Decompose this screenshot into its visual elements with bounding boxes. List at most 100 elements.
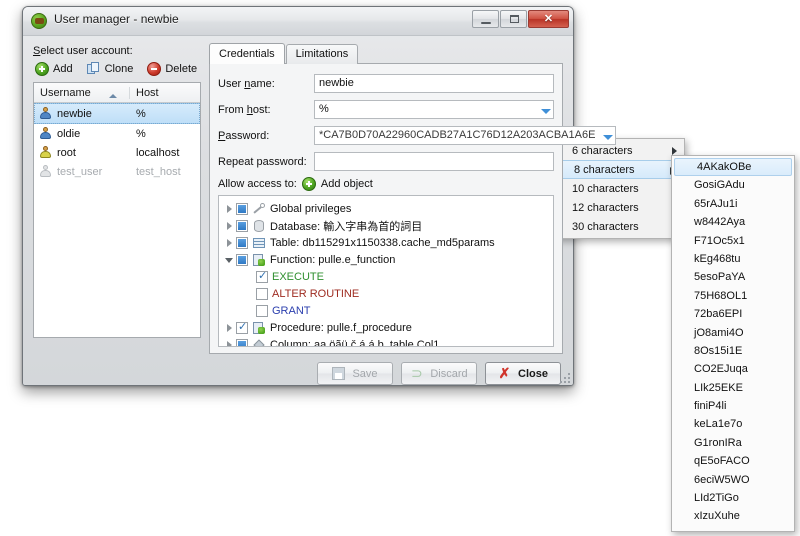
checkbox-partial[interactable] bbox=[236, 219, 248, 232]
password-option[interactable]: finiP4li bbox=[672, 397, 794, 415]
menu-item-label: 12 characters bbox=[572, 201, 639, 214]
tree-node-table[interactable]: Table: db115291x1150338.cache_md5params bbox=[219, 234, 553, 251]
add-object-button[interactable]: Add object bbox=[321, 178, 373, 190]
expand-icon[interactable] bbox=[225, 234, 236, 251]
delete-user-button[interactable]: Delete bbox=[147, 62, 197, 76]
password-option[interactable]: 8Os15i1E bbox=[672, 342, 794, 360]
password-option[interactable]: LId2TiGo bbox=[672, 489, 794, 507]
tree-node-procedure[interactable]: Procedure: pulle.f_procedure bbox=[219, 319, 553, 336]
user-name-input[interactable]: newbie bbox=[314, 74, 554, 93]
password-option[interactable]: 6eciW5WO bbox=[672, 471, 794, 489]
password-option[interactable]: LIk25EKE bbox=[672, 379, 794, 397]
password-dropdown-button[interactable] bbox=[599, 126, 617, 145]
password-option[interactable]: 75H68OL1 bbox=[672, 287, 794, 305]
password-option[interactable]: kEg468tu bbox=[672, 250, 794, 268]
plus-circle-icon bbox=[35, 62, 49, 76]
password-option[interactable]: jO8ami4O bbox=[672, 324, 794, 342]
window-title: User manager - newbie bbox=[54, 12, 179, 26]
table-row[interactable]: test_user test_host bbox=[34, 162, 200, 181]
password-option[interactable]: xIzuXuhe bbox=[672, 507, 794, 525]
password-suggestion-menu[interactable]: 4AKakOBe GosiGAdu 65rAJu1i w8442Aya F71O… bbox=[671, 155, 795, 532]
password-option[interactable]: 65rAJu1i bbox=[672, 195, 794, 213]
resize-grip[interactable] bbox=[558, 371, 570, 383]
discard-button[interactable]: ⊃ Discard bbox=[401, 362, 477, 385]
password-option[interactable]: w8442Aya bbox=[672, 213, 794, 231]
discard-label: Discard bbox=[430, 367, 468, 380]
allow-access-label: Allow access to: bbox=[218, 178, 297, 190]
password-option[interactable]: 5esoPaYA bbox=[672, 268, 794, 286]
menu-item-label: 6 characters bbox=[572, 144, 633, 157]
clone-user-button[interactable]: Clone bbox=[86, 62, 133, 76]
checkbox-unchecked[interactable] bbox=[256, 287, 268, 300]
add-user-button[interactable]: Add bbox=[35, 62, 73, 76]
password-input[interactable]: *CA7B0D70A22960CADB27A1C76D12A203ACBA1A6… bbox=[314, 126, 600, 145]
tree-node-label: Procedure: pulle.f_procedure bbox=[270, 321, 412, 334]
table-row[interactable]: oldie % bbox=[34, 124, 200, 143]
maximize-button[interactable] bbox=[500, 10, 527, 28]
checkbox-checked[interactable] bbox=[236, 320, 248, 334]
password-label: Password: bbox=[218, 129, 270, 142]
repeat-password-row: Repeat password: bbox=[218, 150, 554, 173]
expand-icon[interactable] bbox=[225, 319, 236, 336]
user-list[interactable]: Username Host newbie % oldie % root loca… bbox=[33, 82, 201, 338]
tree-node-global-privileges[interactable]: Global privileges bbox=[219, 200, 553, 217]
privileges-tree[interactable]: Global privileges Database: 輸入字串為首的詞目 Ta… bbox=[218, 195, 554, 347]
close-window-button[interactable]: ✕ bbox=[528, 10, 569, 28]
expand-icon[interactable] bbox=[225, 336, 236, 346]
password-option[interactable]: keLa1e7o bbox=[672, 415, 794, 433]
checkbox-partial[interactable] bbox=[236, 253, 248, 266]
tab-credentials[interactable]: Credentials bbox=[209, 43, 285, 64]
username-value: root bbox=[57, 146, 76, 159]
collapse-icon[interactable] bbox=[225, 251, 236, 268]
user-icon bbox=[39, 107, 52, 120]
tree-node-function[interactable]: Function: pulle.e_function bbox=[219, 251, 553, 268]
checkbox-checked[interactable] bbox=[256, 269, 268, 283]
expand-icon[interactable] bbox=[225, 217, 236, 234]
menu-item-12-characters[interactable]: 12 characters bbox=[546, 198, 684, 217]
close-button[interactable]: ✗ Close bbox=[485, 362, 561, 385]
tree-node-database[interactable]: Database: 輸入字串為首的詞目 bbox=[219, 217, 553, 234]
user-name-label: User name: bbox=[218, 77, 275, 90]
user-manager-window: User manager - newbie ✕ Select user acco… bbox=[22, 6, 617, 386]
password-option[interactable]: F71Oc5x1 bbox=[672, 232, 794, 250]
from-host-combo[interactable]: % bbox=[314, 100, 554, 119]
minimize-button[interactable] bbox=[472, 10, 499, 28]
function-icon bbox=[252, 321, 266, 335]
expand-icon[interactable] bbox=[225, 200, 236, 217]
password-option[interactable]: qE5oFACO bbox=[672, 452, 794, 470]
select-user-label: Select user account: bbox=[33, 45, 133, 57]
checkbox-partial[interactable] bbox=[236, 338, 248, 346]
table-row[interactable]: newbie % bbox=[34, 103, 200, 124]
repeat-password-input[interactable] bbox=[314, 152, 554, 171]
column-header-host[interactable]: Host bbox=[130, 87, 200, 99]
privilege-alter-routine[interactable]: ALTER ROUTINE bbox=[219, 285, 553, 302]
from-host-input[interactable]: % bbox=[314, 100, 537, 119]
privilege-grant[interactable]: GRANT bbox=[219, 302, 553, 319]
tab-limitations[interactable]: Limitations bbox=[285, 44, 359, 64]
checkbox-partial[interactable] bbox=[236, 236, 248, 249]
password-option[interactable]: CO2EJuqa bbox=[672, 360, 794, 378]
privilege-execute[interactable]: EXECUTE bbox=[219, 268, 553, 285]
from-host-dropdown-button[interactable] bbox=[537, 100, 554, 119]
table-row[interactable]: root localhost bbox=[34, 143, 200, 162]
checkbox-partial[interactable] bbox=[236, 202, 248, 215]
checkbox-unchecked[interactable] bbox=[256, 304, 268, 317]
password-length-menu[interactable]: 6 characters 8 characters 10 characters … bbox=[545, 138, 685, 239]
password-option[interactable]: G1ronIRa bbox=[672, 434, 794, 452]
admin-user-icon bbox=[39, 146, 52, 159]
menu-item-10-characters[interactable]: 10 characters bbox=[546, 179, 684, 198]
menu-item-8-characters[interactable]: 8 characters bbox=[547, 160, 683, 179]
save-button[interactable]: Save bbox=[317, 362, 393, 385]
credentials-panel: Credentials Limitations User name: newbi… bbox=[209, 43, 617, 385]
password-option[interactable]: 4AKakOBe bbox=[674, 158, 792, 177]
column-header-username[interactable]: Username bbox=[34, 86, 130, 99]
undo-icon: ⊃ bbox=[410, 365, 423, 381]
password-combo[interactable]: *CA7B0D70A22960CADB27A1C76D12A203ACBA1A6… bbox=[314, 126, 617, 145]
delete-user-label: Delete bbox=[165, 63, 198, 75]
menu-item-30-characters[interactable]: 30 characters bbox=[546, 217, 684, 236]
title-bar[interactable]: User manager - newbie ✕ bbox=[23, 7, 573, 36]
password-option[interactable]: GosiGAdu bbox=[672, 176, 794, 194]
tree-node-column[interactable]: Column: aa öãü č á á.b_table.Col1 bbox=[219, 336, 553, 346]
password-option[interactable]: 72ba6EPI bbox=[672, 305, 794, 323]
plus-circle-icon bbox=[301, 177, 316, 191]
